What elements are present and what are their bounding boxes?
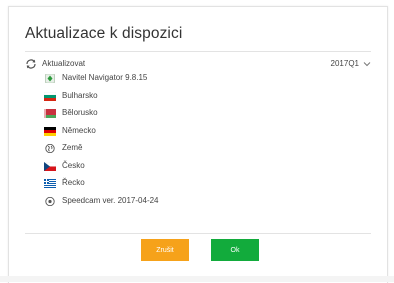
- list-item-label: Česko: [62, 160, 85, 170]
- flag-germany-icon: [44, 126, 56, 136]
- speedcam-icon: [45, 196, 55, 206]
- flag-czechia-icon: [44, 161, 56, 171]
- list-item-label: Bělorusko: [62, 108, 98, 117]
- list-item-label: Řecko: [62, 178, 85, 187]
- cancel-button[interactable]: Zrušit: [141, 239, 189, 261]
- navitel-app-icon: [45, 74, 55, 83]
- list-item-label: Země: [62, 143, 83, 152]
- list-item-label: Německo: [62, 125, 96, 135]
- update-row: Aktualizovat 2017Q1: [25, 58, 371, 74]
- chevron-down-icon: [363, 62, 371, 67]
- list-item-label: Bulharsko: [62, 90, 98, 100]
- flag-bulgaria-icon: [44, 91, 56, 101]
- update-label[interactable]: Aktualizovat: [42, 59, 85, 68]
- divider: [25, 233, 371, 234]
- ok-button[interactable]: Ok: [211, 239, 259, 261]
- flag-belarus-icon: [44, 109, 56, 118]
- refresh-icon[interactable]: [25, 58, 37, 70]
- version-dropdown[interactable]: 2017Q1: [321, 58, 371, 72]
- dialog-title: Aktualizace k dispozici: [25, 25, 183, 42]
- background-strip: [0, 276, 394, 282]
- divider: [25, 51, 371, 52]
- version-value: 2017Q1: [330, 59, 359, 68]
- list-item-label: Navitel Navigator 9.8.15: [62, 73, 148, 82]
- globe-icon: [45, 144, 55, 153]
- list-item-label: Speedcam ver. 2017-04-24: [62, 195, 159, 205]
- update-dialog: Aktualizace k dispozici Aktualizovat 201…: [8, 6, 388, 283]
- flag-greece-icon: [44, 179, 56, 188]
